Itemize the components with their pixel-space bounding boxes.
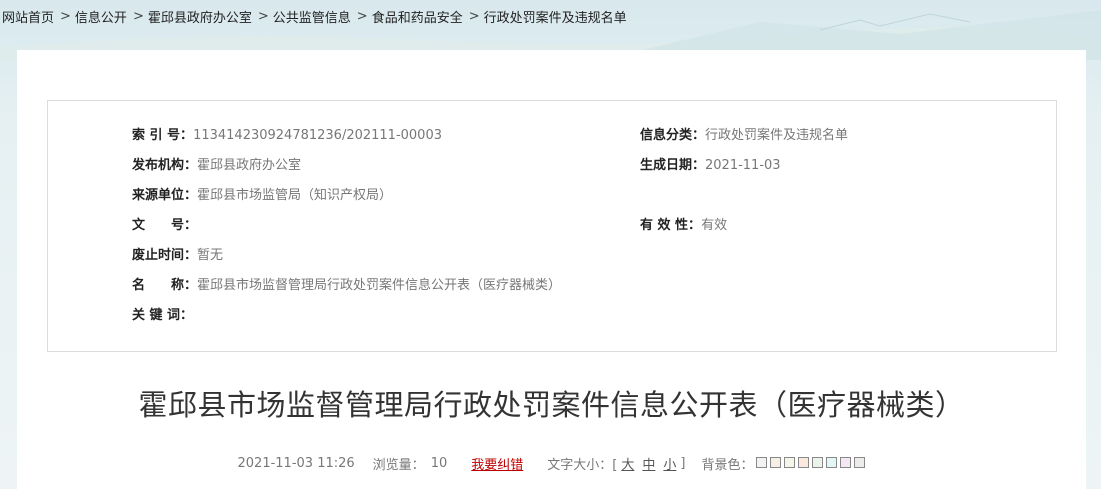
breadcrumb-public-supervision[interactable]: 公共监管信息 <box>273 7 351 26</box>
background-color-swatch[interactable] <box>854 456 866 468</box>
meta-category: 信息分类：行政处罚案件及违规名单 <box>640 126 848 146</box>
meta-label: 关 键 词： <box>132 308 194 323</box>
breadcrumb-separator: > <box>356 8 368 24</box>
background-color-swatch[interactable] <box>784 456 796 468</box>
page-title: 霍邱县市场监督管理局行政处罚案件信息公开表（医疗器械类） <box>138 388 965 422</box>
meta-value: 2021-11-03 <box>705 158 781 173</box>
font-size-small-button[interactable]: 小 <box>663 454 676 473</box>
background-color-swatch[interactable] <box>840 456 852 468</box>
background-color-swatch[interactable] <box>812 456 824 468</box>
meta-label: 有 效 性： <box>640 218 702 233</box>
meta-label: 索 引 号： <box>132 128 194 143</box>
meta-label: 发布机构： <box>132 158 198 173</box>
background-color-swatch[interactable] <box>756 456 768 468</box>
breadcrumb-gov-office[interactable]: 霍邱县政府办公室 <box>148 7 252 26</box>
breadcrumb-separator: > <box>257 8 269 24</box>
meta-keywords: 关 键 词： <box>132 306 193 326</box>
breadcrumb-penalty-cases[interactable]: 行政处罚案件及违规名单 <box>484 7 627 26</box>
meta-publisher: 发布机构：霍邱县政府办公室 <box>132 156 301 176</box>
breadcrumb-home[interactable]: 网站首页 <box>2 7 54 26</box>
meta-label: 来源单位： <box>132 188 198 203</box>
breadcrumb-separator: > <box>60 8 71 24</box>
meta-label: 信息分类： <box>640 128 706 143</box>
report-error-link[interactable]: 我要纠错 <box>471 454 523 473</box>
background-color-swatch[interactable] <box>798 456 810 468</box>
meta-label: 废止时间： <box>132 248 198 263</box>
meta-value: 霍邱县政府办公室 <box>197 158 302 173</box>
font-size-label: 文字大小：[ <box>547 457 618 473</box>
font-size-medium-button[interactable]: 中 <box>642 454 655 473</box>
font-size-large-button[interactable]: 大 <box>621 454 634 473</box>
breadcrumb-separator: > <box>468 8 480 24</box>
meta-validity: 有 效 性：有效 <box>640 216 727 236</box>
meta-label: 文 号： <box>132 218 198 233</box>
views-label: 浏览量： <box>372 457 425 473</box>
meta-index-no: 索 引 号：113414230924781236/202111-00003 <box>132 126 442 146</box>
meta-value: 行政处罚案件及违规名单 <box>705 128 849 143</box>
meta-date: 生成日期：2021-11-03 <box>640 156 781 176</box>
article-info-bar: 2021-11-03 11:26 浏览量： 10 我要纠错 文字大小：[ 大 中… <box>17 453 1086 473</box>
meta-expiry: 废止时间：暂无 <box>132 246 223 266</box>
background-color-swatch[interactable] <box>770 456 782 468</box>
breadcrumb: 网站首页 > 信息公开 > 霍邱县政府办公室 > 公共监管信息 > 食品和药品安… <box>0 0 1101 32</box>
font-size-bracket: ] <box>680 455 686 471</box>
meta-value: 霍邱县市场监督管理局行政处罚案件信息公开表（医疗器械类） <box>197 278 562 293</box>
meta-value: 113414230924781236/202111-00003 <box>193 128 442 143</box>
document-metadata-box: 索 引 号：113414230924781236/202111-00003 信息… <box>47 100 1057 352</box>
meta-name: 名 称：霍邱县市场监督管理局行政处罚案件信息公开表（医疗器械类） <box>132 276 561 296</box>
meta-doc-no: 文 号： <box>132 216 197 236</box>
breadcrumb-food-drug-safety[interactable]: 食品和药品安全 <box>372 7 463 26</box>
views-count: 10 <box>430 455 448 471</box>
breadcrumb-separator: > <box>132 8 144 24</box>
meta-value: 霍邱县市场监管局（知识产权局） <box>197 188 393 203</box>
publish-datetime: 2021-11-03 11:26 <box>237 455 355 471</box>
meta-label: 名 称： <box>132 278 198 293</box>
background-color-label: 背景色： <box>701 457 754 473</box>
breadcrumb-info-public[interactable]: 信息公开 <box>75 7 127 26</box>
background-color-swatch[interactable] <box>826 456 838 468</box>
meta-source: 来源单位：霍邱县市场监管局（知识产权局） <box>132 186 392 206</box>
meta-value: 有效 <box>701 218 728 233</box>
content-panel: 索 引 号：113414230924781236/202111-00003 信息… <box>17 50 1086 489</box>
meta-value: 暂无 <box>197 248 224 263</box>
meta-label: 生成日期： <box>640 158 706 173</box>
background-color-swatches <box>753 456 866 471</box>
